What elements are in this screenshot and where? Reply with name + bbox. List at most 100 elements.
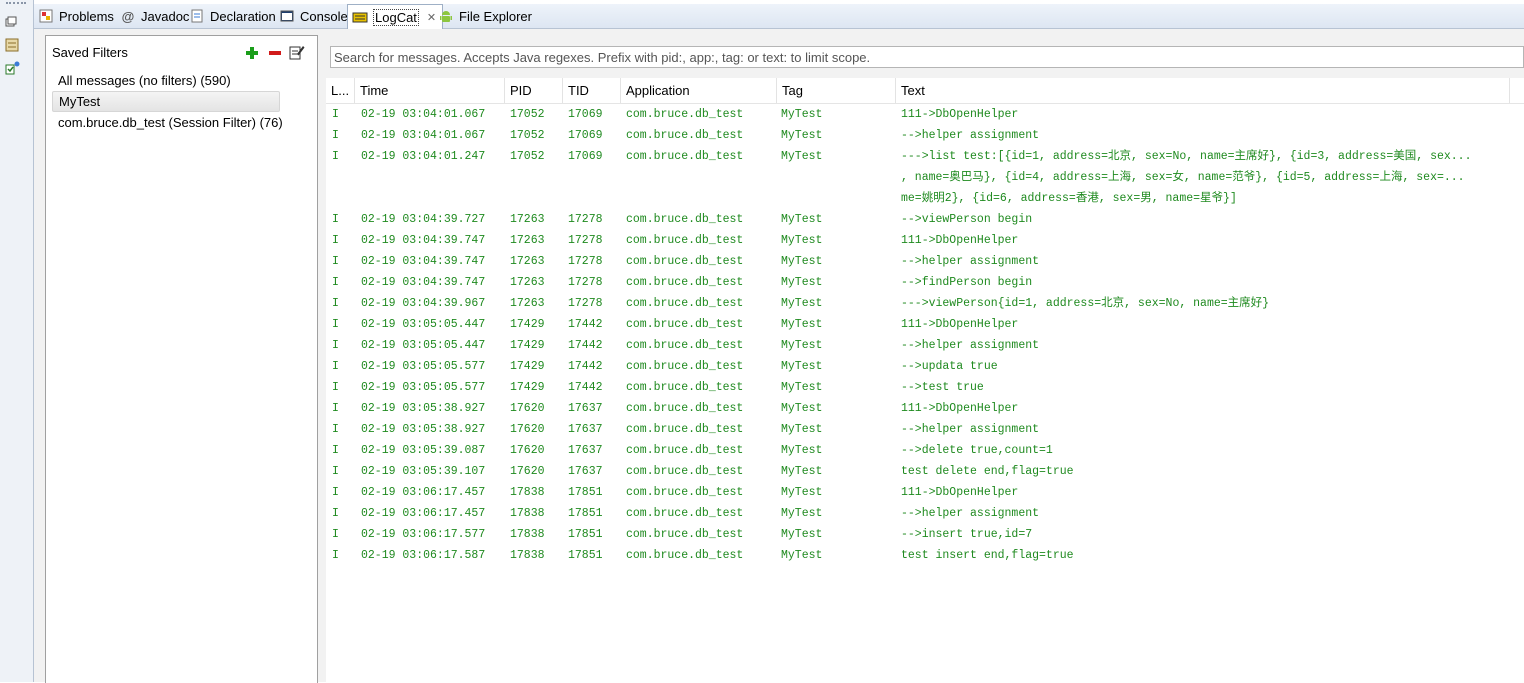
table-row[interactable]: I 02-19 03:05:38.927 17620 17637 com.bruce.d… <box>326 419 1524 440</box>
log-tid: 17069 <box>568 108 603 121</box>
log-tid: 17851 <box>568 507 603 520</box>
table-row[interactable]: I 02-19 03:04:01.247 17052 17069 com.bruce.d… <box>326 146 1524 209</box>
log-level: I <box>332 486 339 499</box>
log-time: 02-19 03:04:39.747 <box>361 255 486 268</box>
log-tid: 17851 <box>568 486 603 499</box>
outline-view-icon[interactable] <box>5 38 19 52</box>
log-tag: MyTest <box>781 108 823 121</box>
tab-label: File Explorer <box>459 8 532 24</box>
log-tag: MyTest <box>781 318 823 331</box>
column-application[interactable]: Application <box>621 78 777 103</box>
log-tid: 17278 <box>568 213 603 226</box>
log-application: com.bruce.db_test <box>626 255 744 268</box>
log-application: com.bruce.db_test <box>626 528 744 541</box>
log-table: L... Time PID TID Application Tag Text I… <box>326 78 1524 682</box>
tab-logcat[interactable]: LogCat ✕ <box>347 4 444 29</box>
table-row[interactable]: I 02-19 03:06:17.457 17838 17851 com.bruce.d… <box>326 482 1524 503</box>
table-row[interactable]: I 02-19 03:04:39.747 17263 17278 com.bruce.d… <box>326 272 1524 293</box>
log-tag: MyTest <box>781 297 823 310</box>
log-tid: 17442 <box>568 381 603 394</box>
log-time: 02-19 03:05:05.447 <box>361 339 486 352</box>
log-text: 111->DbOpenHelper <box>901 318 1019 331</box>
log-tid: 17637 <box>568 465 603 478</box>
log-tid: 17851 <box>568 528 603 541</box>
log-tid: 17442 <box>568 360 603 373</box>
log-application: com.bruce.db_test <box>626 444 744 457</box>
table-row[interactable]: I 02-19 03:04:01.067 17052 17069 com.bruce.d… <box>326 104 1524 125</box>
filter-item-all-messages[interactable]: All messages (no filters) (590) <box>58 73 231 88</box>
log-application: com.bruce.db_test <box>626 339 744 352</box>
table-row[interactable]: I 02-19 03:05:05.577 17429 17442 com.bruce.d… <box>326 356 1524 377</box>
log-level: I <box>332 507 339 520</box>
log-table-header: L... Time PID TID Application Tag Text <box>326 78 1524 104</box>
column-tid[interactable]: TID <box>563 78 621 103</box>
column-pid[interactable]: PID <box>505 78 563 103</box>
log-time: 02-19 03:06:17.457 <box>361 507 486 520</box>
table-row[interactable]: I 02-19 03:05:05.447 17429 17442 com.bruce.d… <box>326 314 1524 335</box>
log-pid: 17838 <box>510 486 545 499</box>
table-row[interactable]: I 02-19 03:04:01.067 17052 17069 com.bruce.d… <box>326 125 1524 146</box>
log-text: 111->DbOpenHelper <box>901 486 1019 499</box>
tab-file-explorer[interactable]: File Explorer <box>438 4 532 28</box>
column-text[interactable]: Text <box>896 78 1510 103</box>
log-tag: MyTest <box>781 465 823 478</box>
log-application: com.bruce.db_test <box>626 276 744 289</box>
column-tag[interactable]: Tag <box>777 78 896 103</box>
restore-icon[interactable] <box>5 16 19 28</box>
table-row[interactable]: I 02-19 03:05:39.107 17620 17637 com.bruce.d… <box>326 461 1524 482</box>
add-filter-icon[interactable] <box>245 46 259 60</box>
log-tag: MyTest <box>781 276 823 289</box>
log-pid: 17263 <box>510 276 545 289</box>
tab-label: Console <box>300 8 348 24</box>
devices-view-icon[interactable] <box>5 60 20 75</box>
log-application: com.bruce.db_test <box>626 381 744 394</box>
drag-handle[interactable] <box>6 2 26 8</box>
table-row[interactable]: I 02-19 03:06:17.457 17838 17851 com.bruce.d… <box>326 503 1524 524</box>
column-level[interactable]: L... <box>326 78 355 103</box>
tab-console[interactable]: Console <box>279 4 348 28</box>
table-row[interactable]: I 02-19 03:04:39.727 17263 17278 com.bruce.d… <box>326 209 1524 230</box>
column-time[interactable]: Time <box>355 78 505 103</box>
table-row[interactable]: I 02-19 03:05:38.927 17620 17637 com.bruce.d… <box>326 398 1524 419</box>
remove-filter-icon[interactable] <box>268 46 282 60</box>
table-row[interactable]: I 02-19 03:04:39.967 17263 17278 com.bruce.d… <box>326 293 1524 314</box>
log-level: I <box>332 444 339 457</box>
saved-filters-title: Saved Filters <box>52 45 128 60</box>
problems-icon <box>38 8 54 24</box>
logcat-icon <box>352 9 368 25</box>
log-tag: MyTest <box>781 549 823 562</box>
log-text: --->list test:[{id=1, address=北京, sex=No… <box>901 150 1472 163</box>
filter-item-mytest[interactable]: MyTest <box>52 91 280 112</box>
log-level: I <box>332 276 339 289</box>
tab-problems[interactable]: Problems <box>38 4 114 28</box>
tab-declaration[interactable]: Declaration <box>189 4 276 28</box>
log-time: 02-19 03:04:39.727 <box>361 213 486 226</box>
log-level: I <box>332 297 339 310</box>
log-level: I <box>332 549 339 562</box>
log-time: 02-19 03:04:01.247 <box>361 150 486 163</box>
log-time: 02-19 03:06:17.587 <box>361 549 486 562</box>
log-application: com.bruce.db_test <box>626 108 744 121</box>
log-tag: MyTest <box>781 444 823 457</box>
table-row[interactable]: I 02-19 03:04:39.747 17263 17278 com.bruce.d… <box>326 230 1524 251</box>
close-icon[interactable]: ✕ <box>427 11 436 24</box>
table-row[interactable]: I 02-19 03:05:05.577 17429 17442 com.bruce.d… <box>326 377 1524 398</box>
tab-javadoc[interactable]: @ Javadoc <box>120 4 190 28</box>
log-pid: 17429 <box>510 318 545 331</box>
log-pid: 17620 <box>510 402 545 415</box>
edit-filter-icon[interactable] <box>289 44 305 60</box>
filter-item-session[interactable]: com.bruce.db_test (Session Filter) (76) <box>58 115 283 130</box>
log-tag: MyTest <box>781 402 823 415</box>
table-row[interactable]: I 02-19 03:06:17.577 17838 17851 com.bruce.d… <box>326 524 1524 545</box>
table-row[interactable]: I 02-19 03:05:05.447 17429 17442 com.bruce.d… <box>326 335 1524 356</box>
log-application: com.bruce.db_test <box>626 129 744 142</box>
table-row[interactable]: I 02-19 03:05:39.087 17620 17637 com.bruce.d… <box>326 440 1524 461</box>
log-application: com.bruce.db_test <box>626 150 744 163</box>
table-row[interactable]: I 02-19 03:06:17.587 17838 17851 com.bruce.d… <box>326 545 1524 566</box>
log-pid: 17263 <box>510 297 545 310</box>
log-tag: MyTest <box>781 423 823 436</box>
search-input[interactable] <box>330 46 1524 68</box>
table-row[interactable]: I 02-19 03:04:39.747 17263 17278 com.bruce.d… <box>326 251 1524 272</box>
log-pid: 17052 <box>510 108 545 121</box>
log-pid: 17263 <box>510 255 545 268</box>
